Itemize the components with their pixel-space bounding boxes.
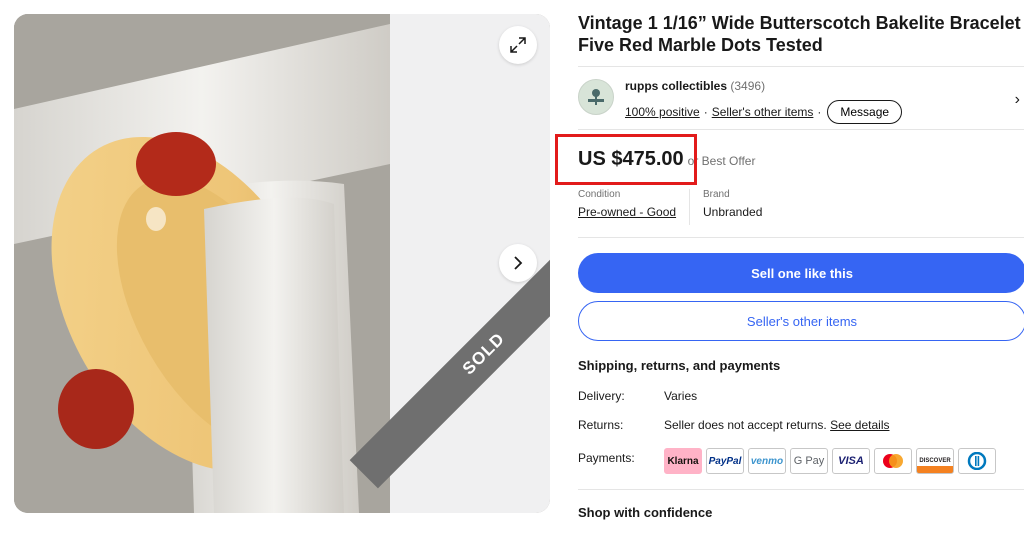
sell-one-like-this-button[interactable]: Sell one like this bbox=[578, 253, 1024, 293]
payments-label: Payments: bbox=[578, 451, 635, 465]
expand-button[interactable] bbox=[499, 26, 537, 64]
seller-avatar[interactable] bbox=[578, 79, 614, 115]
message-button[interactable]: Message bbox=[827, 100, 903, 124]
venmo-icon: venmo bbox=[748, 448, 786, 474]
klarna-icon: Klarna bbox=[664, 448, 702, 474]
image-gallery[interactable]: SOLD bbox=[14, 14, 550, 513]
shop-with-confidence-heading: Shop with confidence bbox=[578, 505, 713, 520]
diners-club-icon bbox=[958, 448, 996, 474]
seller-feedback-score: (3496) bbox=[730, 79, 766, 93]
seller-name[interactable]: rupps collectibles bbox=[625, 79, 727, 93]
diners-club-logo bbox=[967, 452, 987, 470]
brand-label: Brand bbox=[703, 189, 730, 200]
mastercard-icon bbox=[874, 448, 912, 474]
returns-value-row: Seller does not accept returns. See deta… bbox=[664, 418, 889, 432]
discover-icon: DISCOVER bbox=[916, 448, 954, 474]
paypal-icon: PayPal bbox=[706, 448, 744, 474]
chevron-right-icon[interactable]: › bbox=[1015, 91, 1020, 109]
chevron-right-icon bbox=[514, 256, 523, 270]
delivery-label: Delivery: bbox=[578, 389, 625, 403]
divider bbox=[578, 489, 1024, 490]
visa-icon: VISA bbox=[832, 448, 870, 474]
separator-dot: · bbox=[703, 105, 708, 119]
divider bbox=[578, 237, 1024, 238]
best-offer-text: or Best Offer bbox=[687, 154, 756, 168]
brand-value: Unbranded bbox=[703, 205, 763, 219]
separator-dot: · bbox=[817, 105, 822, 119]
brand-spec: Brand Unbranded bbox=[703, 189, 762, 219]
returns-label: Returns: bbox=[578, 418, 624, 432]
see-details-link[interactable]: See details bbox=[830, 418, 889, 432]
price-highlight-box bbox=[555, 134, 697, 185]
condition-label: Condition bbox=[578, 189, 621, 200]
seller-links: 100% positive · Seller's other items · M… bbox=[625, 100, 903, 124]
seller-positive-link[interactable]: 100% positive bbox=[625, 105, 700, 119]
google-pay-icon: G Pay bbox=[790, 448, 828, 474]
next-image-button[interactable] bbox=[499, 244, 537, 282]
condition-spec: Condition Pre-owned - Good bbox=[578, 189, 690, 225]
seller-name-row: rupps collectibles (3496) bbox=[625, 79, 765, 93]
delivery-value: Varies bbox=[664, 389, 698, 403]
condition-value[interactable]: Pre-owned - Good bbox=[578, 205, 689, 219]
item-title: Vintage 1 1/16” Wide Butterscotch Bakeli… bbox=[578, 13, 1021, 55]
returns-value: Seller does not accept returns. bbox=[664, 418, 827, 432]
shipping-section-title: Shipping, returns, and payments bbox=[578, 358, 781, 373]
seller-other-items-link[interactable]: Seller's other items bbox=[712, 105, 814, 119]
sellers-other-items-button[interactable]: Seller's other items bbox=[578, 301, 1024, 341]
bracelet-photo bbox=[14, 14, 390, 513]
mastercard-logo bbox=[883, 454, 903, 468]
payment-methods: Klarna PayPal venmo G Pay VISA DISCOVER bbox=[664, 448, 996, 474]
seller-logo-icon bbox=[588, 89, 604, 105]
expand-icon bbox=[510, 37, 526, 53]
seller-card[interactable]: rupps collectibles (3496) 100% positive … bbox=[578, 66, 1024, 130]
